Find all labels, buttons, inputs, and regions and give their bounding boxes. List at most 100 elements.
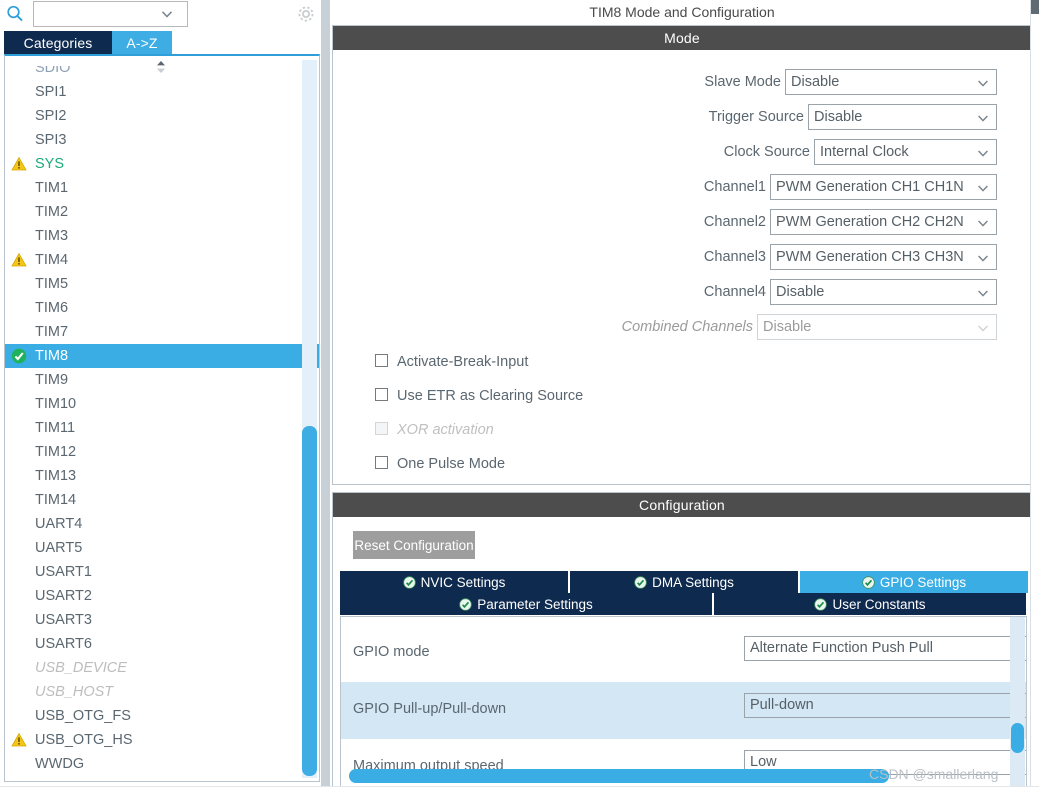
sidebar-item-uart4[interactable]: UART4	[5, 512, 305, 536]
sidebar-item-tim8[interactable]: TIM8	[5, 344, 319, 368]
mode-clock-source-select[interactable]: Internal Clock	[814, 139, 997, 165]
gpio-row-value[interactable]: Alternate Function Push Pull	[744, 636, 1026, 661]
chevron-down-icon	[978, 220, 988, 227]
configuration-tabs-row-1: NVIC Settings DMA Settings GPIO Settings	[340, 571, 1029, 593]
mode-trigger-source-select[interactable]: Disable	[808, 104, 997, 130]
warning-icon	[11, 732, 27, 747]
mode-row-value: PWM Generation CH1 CH1N	[776, 179, 964, 195]
checkbox-box[interactable]	[375, 388, 388, 401]
tab-categories[interactable]: Categories	[4, 31, 112, 54]
gpio-row-gpio-mode[interactable]: GPIO mode Alternate Function Push Pull	[341, 625, 1026, 682]
mode-row-value: Disable	[763, 319, 812, 335]
sidebar-item-uart5[interactable]: UART5	[5, 536, 305, 560]
window-scrollbar-thumb[interactable]	[1031, 0, 1039, 14]
sidebar-item-usb_otg_hs[interactable]: USB_OTG_HS	[5, 728, 305, 752]
sidebar-item-usb_device[interactable]: USB_DEVICE	[5, 656, 305, 680]
sidebar-item-tim12[interactable]: TIM12	[5, 440, 305, 464]
sidebar-item-label: TIM12	[35, 444, 77, 460]
tab-label: NVIC Settings	[420, 574, 506, 590]
sidebar-item-tim13[interactable]: TIM13	[5, 464, 305, 488]
reset-configuration-button[interactable]: Reset Configuration	[353, 531, 475, 559]
sidebar-item-spi2[interactable]: SPI2	[5, 104, 305, 128]
checkbox-label: Activate-Break-Input	[397, 354, 529, 370]
search-input[interactable]	[33, 1, 188, 27]
sidebar-item-label: TIM5	[35, 276, 69, 292]
sidebar-divider	[321, 0, 330, 795]
sidebar-item-tim11[interactable]: TIM11	[5, 416, 305, 440]
gpio-row-gpio-pull-up-pull-down[interactable]: GPIO Pull-up/Pull-down Pull-down	[341, 682, 1026, 739]
mode-row-value: Disable	[791, 74, 840, 90]
checkbox-label: Use ETR as Clearing Source	[397, 388, 584, 404]
sidebar-item-label: TIM13	[35, 468, 77, 484]
sidebar-item-spi1[interactable]: SPI1	[5, 80, 305, 104]
mode-combined-channels-select: Disable	[757, 314, 997, 340]
sidebar-item-usart2[interactable]: USART2	[5, 584, 305, 608]
check-circle-icon	[402, 575, 416, 589]
tab-gpio-settings[interactable]: GPIO Settings	[800, 571, 1029, 593]
check-circle-icon	[11, 348, 27, 364]
warning-icon	[11, 252, 27, 267]
sidebar-item-wwdg[interactable]: WWDG	[5, 752, 305, 776]
tab-dma-settings[interactable]: DMA Settings	[570, 571, 799, 593]
window-scrollbar-track[interactable]	[1030, 0, 1039, 795]
mode-slave-mode-select[interactable]: Disable	[785, 69, 997, 95]
sidebar-item-tim2[interactable]: TIM2	[5, 200, 305, 224]
sidebar-item-label: UART5	[35, 540, 83, 556]
tab-a-to-z-label: A->Z	[126, 34, 158, 51]
sidebar-item-tim5[interactable]: TIM5	[5, 272, 305, 296]
tab-user-constants[interactable]: User Constants	[714, 593, 1027, 615]
gpio-vertical-scrollbar-thumb[interactable]	[1011, 723, 1024, 753]
sidebar-item-label: SYS	[35, 156, 65, 172]
sidebar-item-label: WWDG	[35, 756, 85, 772]
sidebar-item-label: TIM11	[35, 420, 76, 436]
tab-parameter-settings[interactable]: Parameter Settings	[340, 593, 713, 615]
sidebar-item-sdio[interactable]: SDIO	[5, 66, 305, 80]
chevron-down-icon	[978, 185, 988, 192]
gpio-row-value[interactable]: Pull-down	[744, 693, 1026, 718]
peripheral-list-scroll[interactable]: SDIO SPI1 SPI2 SPI3 SYS TIM1 TIM2 TIM3 TIM4 TIM5 T…	[5, 56, 319, 781]
sidebar-item-tim1[interactable]: TIM1	[5, 176, 305, 200]
configuration-panel: Configuration Reset Configuration NVIC S…	[332, 492, 1032, 793]
sidebar-item-tim3[interactable]: TIM3	[5, 224, 305, 248]
sidebar-item-tim10[interactable]: TIM10	[5, 392, 305, 416]
sidebar-item-tim14[interactable]: TIM14	[5, 488, 305, 512]
stm32cubemx-window: Categories A->Z SDIO SPI1 SPI2 SPI3 SYS TIM1 T…	[0, 0, 1039, 795]
sidebar-item-tim6[interactable]: TIM6	[5, 296, 305, 320]
tab-nvic-settings[interactable]: NVIC Settings	[340, 571, 569, 593]
tab-a-to-z[interactable]: A->Z	[112, 31, 172, 54]
mode-panel: Mode Slave Mode Disable Trigger Source Disa…	[332, 25, 1032, 485]
sidebar-item-tim7[interactable]: TIM7	[5, 320, 305, 344]
mode-channel4-select[interactable]: Disable	[770, 279, 997, 305]
sidebar-item-label: TIM10	[35, 396, 77, 412]
main-pane: TIM8 Mode and Configuration Mode Slave M…	[330, 0, 1039, 795]
sidebar-scrollbar-thumb[interactable]	[302, 426, 317, 776]
checkbox-box[interactable]	[375, 456, 388, 469]
sidebar-item-sys[interactable]: SYS	[5, 152, 305, 176]
sidebar-item-usb_host[interactable]: USB_HOST	[5, 680, 305, 704]
mode-channel3-select[interactable]: PWM Generation CH3 CH3N	[770, 244, 997, 270]
tab-label: GPIO Settings	[879, 574, 967, 590]
chevron-down-icon	[978, 150, 988, 157]
mode-row-value: PWM Generation CH3 CH3N	[776, 249, 964, 265]
sidebar-item-usb_otg_fs[interactable]: USB_OTG_FS	[5, 704, 305, 728]
gpio-horizontal-scrollbar-thumb[interactable]	[349, 769, 889, 783]
gpio-vertical-scrollbar-track[interactable]	[1010, 617, 1025, 787]
sidebar-item-usart3[interactable]: USART3	[5, 608, 305, 632]
check-circle-icon	[862, 575, 875, 589]
sidebar-item-usart6[interactable]: USART6	[5, 632, 305, 656]
checkbox-box[interactable]	[375, 354, 388, 367]
window-bottom-edge	[0, 786, 1039, 795]
sidebar-item-usart1[interactable]: USART1	[5, 560, 305, 584]
tab-label: User Constants	[832, 596, 926, 612]
sidebar-item-label: TIM8	[35, 348, 69, 364]
sidebar-item-tim4[interactable]: TIM4	[5, 248, 305, 272]
sidebar-item-spi3[interactable]: SPI3	[5, 128, 305, 152]
sidebar-item-tim9[interactable]: TIM9	[5, 368, 305, 392]
gear-icon[interactable]	[295, 3, 317, 25]
mode-row-label: Combined Channels	[621, 319, 753, 335]
configuration-panel-header: Configuration	[333, 493, 1031, 517]
chevron-down-icon	[978, 290, 988, 297]
mode-channel1-select[interactable]: PWM Generation CH1 CH1N	[770, 174, 997, 200]
mode-channel2-select[interactable]: PWM Generation CH2 CH2N	[770, 209, 997, 235]
search-icon[interactable]	[5, 4, 25, 24]
